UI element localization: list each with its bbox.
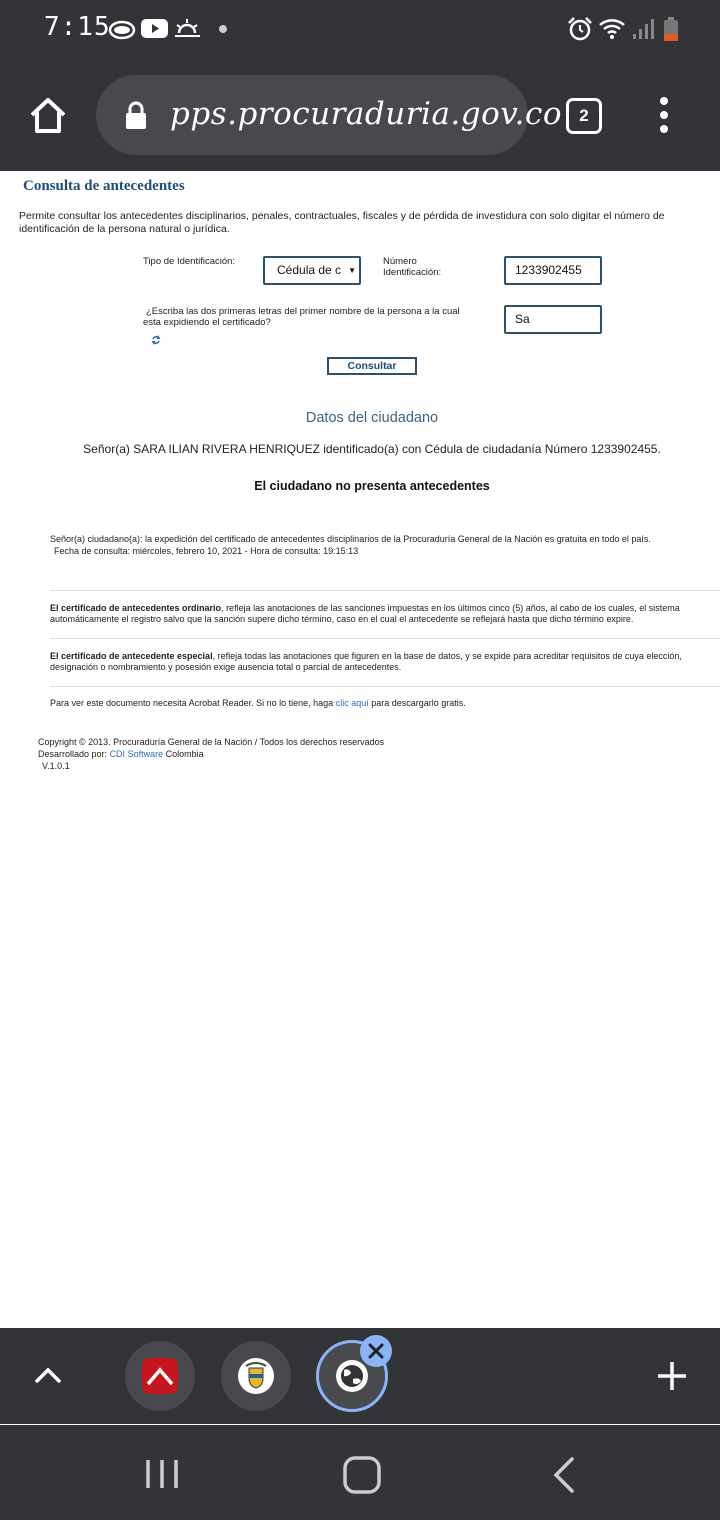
close-icon <box>368 1343 384 1359</box>
citizen-info: Señor(a) SARA ILIAN RIVERA HENRIQUEZ ide… <box>83 442 661 456</box>
back-icon[interactable] <box>552 1456 576 1494</box>
page-description: Permite consultar los antecedentes disci… <box>19 210 665 235</box>
ordinary-certificate-text: El certificado de antecedentes ordinario… <box>50 603 680 625</box>
divider <box>50 590 720 591</box>
acrobat-notice: Para ver este documento necesita Acrobat… <box>50 698 466 709</box>
alarm-icon <box>568 17 592 41</box>
youtube-icon <box>141 19 168 38</box>
special-certificate-line2: designación o nombramiento y posesión ex… <box>50 662 402 672</box>
ordinary-certificate-line2: automáticamente el registro salvo que la… <box>50 614 634 624</box>
footer-developer-pre: Desarrollado por: <box>38 749 108 759</box>
status-bar: 7:15 <box>0 0 720 60</box>
footer-developer: Desarrollado por: CDI Software Colombia <box>38 749 204 760</box>
recents-icon[interactable] <box>145 1458 179 1490</box>
id-number-input[interactable]: 1233902455 <box>504 256 602 285</box>
id-number-label-line1: Número <box>383 256 417 267</box>
special-certificate-line1: , refleja todas las anotaciones que figu… <box>212 651 682 661</box>
ordinary-certificate-title: El certificado de antecedentes ordinario <box>50 603 222 613</box>
divider <box>50 638 720 639</box>
id-number-label-line2: Identificación: <box>383 267 442 278</box>
result-status: El ciudadano no presenta antecedentes <box>254 479 490 493</box>
citizen-data-heading: Datos del ciudadano <box>305 410 439 426</box>
more-menu-icon[interactable] <box>655 96 673 134</box>
footer-developer-post: Colombia <box>165 749 204 759</box>
signal-icon <box>633 19 654 39</box>
battery-icon <box>664 17 678 41</box>
globe-tab-icon <box>336 1360 368 1392</box>
acrobat-download-link[interactable]: clic aquí <box>336 698 369 708</box>
special-certificate-text: El certificado de antecedente especial, … <box>50 651 682 673</box>
footer-copyright: Copyright © 2013. Procuraduría General d… <box>38 737 385 747</box>
plus-icon[interactable] <box>657 1361 687 1391</box>
free-notice: Señor(a) ciudadano(a): la expedición del… <box>50 534 651 544</box>
home-nav-icon[interactable] <box>343 1456 381 1494</box>
wifi-icon <box>599 19 625 39</box>
divider <box>50 686 720 687</box>
footer-version: V.1.0.1 <box>42 761 70 771</box>
lock-icon[interactable] <box>125 101 147 130</box>
navigation-bar <box>0 1425 720 1520</box>
dropdown-arrow-icon: ▼ <box>346 258 356 283</box>
url-text[interactable]: pps.procuraduria.gov.co <box>170 96 562 132</box>
tab-procuraduria[interactable] <box>221 1341 291 1411</box>
page-title: Consulta de antecedentes <box>23 178 185 194</box>
weather-icon <box>175 19 200 37</box>
captcha-question-line1: ¿Escriba las dos primeras letras del pri… <box>146 306 460 317</box>
captcha-question-line2: esta expidiendo el certificado? <box>143 317 271 328</box>
refresh-captcha-icon[interactable] <box>151 335 161 345</box>
cdi-software-link[interactable]: CDI Software <box>110 749 164 759</box>
tab-app[interactable] <box>125 1341 195 1411</box>
consultar-button[interactable]: Consultar <box>327 357 417 375</box>
cloud-icon <box>108 20 136 40</box>
web-page: Consulta de antecedentes Permite consult… <box>0 171 720 1328</box>
close-tab-button[interactable] <box>360 1335 392 1367</box>
consultation-date: Fecha de consulta: miércoles, febrero 10… <box>54 546 359 556</box>
captcha-answer-input[interactable]: Sa <box>504 305 602 334</box>
id-number-label: Número Identificación: <box>383 256 441 278</box>
special-certificate-title: El certificado de antecedente especial <box>50 651 213 661</box>
id-type-label: Tipo de Identificación: <box>143 256 236 267</box>
chevron-up-icon[interactable] <box>34 1366 62 1384</box>
id-type-select[interactable]: Cédula de c ▼ <box>263 256 361 285</box>
id-type-select-value: Cédula de c <box>277 263 342 277</box>
captcha-question: ¿Escriba las dos primeras letras del pri… <box>143 306 488 328</box>
ordinary-certificate-line1: , refleja las anotaciones de las sancion… <box>221 603 680 613</box>
status-time: 7:15 <box>44 12 111 42</box>
coat-of-arms-tab-icon <box>238 1358 274 1394</box>
tab-strip <box>0 1328 720 1424</box>
tab-switcher-icon[interactable]: 2 <box>566 98 602 134</box>
acrobat-notice-post: para descargarlo gratis. <box>371 698 466 708</box>
acrobat-notice-pre: Para ver este documento necesita Acrobat… <box>50 698 334 708</box>
home-icon[interactable] <box>28 95 68 135</box>
notification-dot <box>219 25 227 33</box>
app-tab-icon <box>142 1358 178 1394</box>
